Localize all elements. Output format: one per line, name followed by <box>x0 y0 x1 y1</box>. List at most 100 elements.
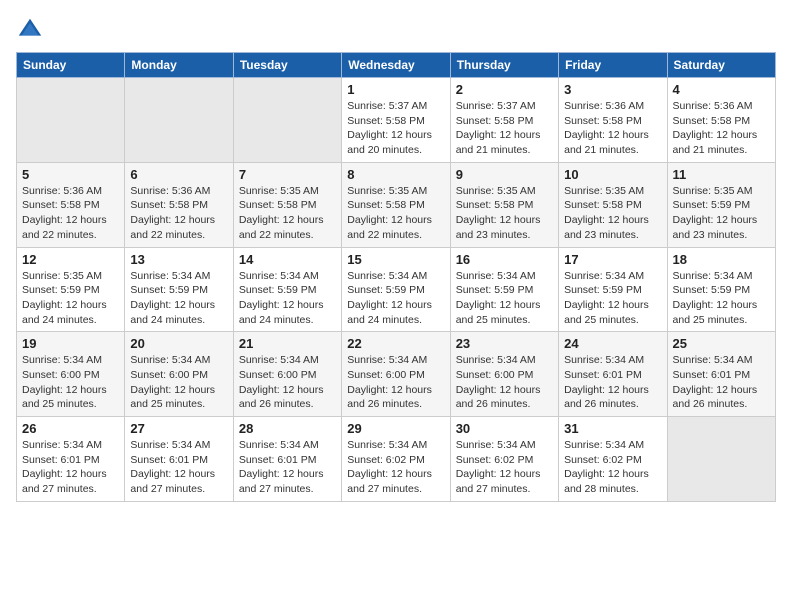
calendar-header: SundayMondayTuesdayWednesdayThursdayFrid… <box>17 53 776 78</box>
day-number: 28 <box>239 421 336 436</box>
day-info: Sunrise: 5:34 AM Sunset: 5:59 PM Dayligh… <box>239 269 336 328</box>
calendar-cell: 29 Sunrise: 5:34 AM Sunset: 6:02 PM Dayli… <box>342 417 450 502</box>
day-info: Sunrise: 5:34 AM Sunset: 6:01 PM Dayligh… <box>673 353 770 412</box>
calendar-cell: 1Sunrise: 5:37 AM Sunset: 5:58 PM Daylig… <box>342 78 450 163</box>
calendar-cell <box>125 78 233 163</box>
day-info: Sunrise: 5:34 AM Sunset: 6:01 PM Dayligh… <box>130 438 227 497</box>
weekday-header: Sunday <box>17 53 125 78</box>
calendar-cell: 4 Sunrise: 5:36 AM Sunset: 5:58 PM Daylig… <box>667 78 775 163</box>
day-info: Sunrise: 5:34 AM Sunset: 6:00 PM Dayligh… <box>347 353 444 412</box>
day-info: Sunrise: 5:34 AM Sunset: 5:59 PM Dayligh… <box>673 269 770 328</box>
day-info: Sunrise: 5:36 AM Sunset: 5:58 PM Dayligh… <box>130 184 227 243</box>
day-info: Sunrise: 5:35 AM Sunset: 5:59 PM Dayligh… <box>22 269 119 328</box>
day-number: 31 <box>564 421 661 436</box>
day-number: 6 <box>130 167 227 182</box>
calendar-cell: 18 Sunrise: 5:34 AM Sunset: 5:59 PM Dayli… <box>667 247 775 332</box>
calendar-cell: 10 Sunrise: 5:35 AM Sunset: 5:58 PM Dayli… <box>559 162 667 247</box>
calendar: SundayMondayTuesdayWednesdayThursdayFrid… <box>16 52 776 502</box>
day-info: Sunrise: 5:35 AM Sunset: 5:58 PM Dayligh… <box>564 184 661 243</box>
calendar-cell: 5 Sunrise: 5:36 AM Sunset: 5:58 PM Daylig… <box>17 162 125 247</box>
day-info: Sunrise: 5:36 AM Sunset: 5:58 PM Dayligh… <box>673 99 770 158</box>
day-info: Sunrise: 5:36 AM Sunset: 5:58 PM Dayligh… <box>22 184 119 243</box>
day-info: Sunrise: 5:35 AM Sunset: 5:58 PM Dayligh… <box>456 184 553 243</box>
day-info: Sunrise: 5:34 AM Sunset: 6:02 PM Dayligh… <box>564 438 661 497</box>
day-info: Sunrise: 5:34 AM Sunset: 6:02 PM Dayligh… <box>347 438 444 497</box>
calendar-cell: 8Sunrise: 5:35 AM Sunset: 5:58 PM Daylig… <box>342 162 450 247</box>
day-number: 16 <box>456 252 553 267</box>
day-number: 21 <box>239 336 336 351</box>
logo <box>16 16 48 44</box>
calendar-body: 1Sunrise: 5:37 AM Sunset: 5:58 PM Daylig… <box>17 78 776 502</box>
weekday-header: Thursday <box>450 53 558 78</box>
day-info: Sunrise: 5:34 AM Sunset: 5:59 PM Dayligh… <box>347 269 444 328</box>
day-number: 20 <box>130 336 227 351</box>
weekday-row: SundayMondayTuesdayWednesdayThursdayFrid… <box>17 53 776 78</box>
day-info: Sunrise: 5:36 AM Sunset: 5:58 PM Dayligh… <box>564 99 661 158</box>
day-number: 7 <box>239 167 336 182</box>
calendar-cell: 6 Sunrise: 5:36 AM Sunset: 5:58 PM Daylig… <box>125 162 233 247</box>
day-info: Sunrise: 5:34 AM Sunset: 6:00 PM Dayligh… <box>130 353 227 412</box>
calendar-cell: 23 Sunrise: 5:34 AM Sunset: 6:00 PM Dayli… <box>450 332 558 417</box>
calendar-cell: 11 Sunrise: 5:35 AM Sunset: 5:59 PM Dayli… <box>667 162 775 247</box>
calendar-cell: 3Sunrise: 5:36 AM Sunset: 5:58 PM Daylig… <box>559 78 667 163</box>
day-info: Sunrise: 5:35 AM Sunset: 5:58 PM Dayligh… <box>347 184 444 243</box>
day-info: Sunrise: 5:37 AM Sunset: 5:58 PM Dayligh… <box>456 99 553 158</box>
day-number: 5 <box>22 167 119 182</box>
calendar-cell: 13 Sunrise: 5:34 AM Sunset: 5:59 PM Dayli… <box>125 247 233 332</box>
day-info: Sunrise: 5:35 AM Sunset: 5:58 PM Dayligh… <box>239 184 336 243</box>
calendar-cell: 9 Sunrise: 5:35 AM Sunset: 5:58 PM Daylig… <box>450 162 558 247</box>
weekday-header: Wednesday <box>342 53 450 78</box>
weekday-header: Friday <box>559 53 667 78</box>
calendar-cell: 19Sunrise: 5:34 AM Sunset: 6:00 PM Dayli… <box>17 332 125 417</box>
day-info: Sunrise: 5:34 AM Sunset: 6:02 PM Dayligh… <box>456 438 553 497</box>
day-info: Sunrise: 5:34 AM Sunset: 5:59 PM Dayligh… <box>564 269 661 328</box>
day-number: 19 <box>22 336 119 351</box>
calendar-cell <box>17 78 125 163</box>
calendar-cell: 17 Sunrise: 5:34 AM Sunset: 5:59 PM Dayli… <box>559 247 667 332</box>
calendar-week: 19 Sunrise: 5:34 AM Sunset: 6:00 PM Dayli… <box>17 332 776 417</box>
calendar-cell: 25Sunrise: 5:34 AM Sunset: 6:01 PM Dayli… <box>667 332 775 417</box>
day-info: Sunrise: 5:34 AM Sunset: 6:00 PM Dayligh… <box>239 353 336 412</box>
calendar-cell: 31 Sunrise: 5:34 AM Sunset: 6:02 PM Dayli… <box>559 417 667 502</box>
calendar-cell: 26 Sunrise: 5:34 AM Sunset: 6:01 PM Dayli… <box>17 417 125 502</box>
day-info: Sunrise: 5:34 AM Sunset: 6:01 PM Dayligh… <box>22 438 119 497</box>
day-info: Sunrise: 5:35 AM Sunset: 5:59 PM Dayligh… <box>673 184 770 243</box>
day-number: 24 <box>564 336 661 351</box>
calendar-cell: 16 Sunrise: 5:34 AM Sunset: 5:59 PM Dayli… <box>450 247 558 332</box>
day-number: 30 <box>456 421 553 436</box>
day-info: Sunrise: 5:34 AM Sunset: 5:59 PM Dayligh… <box>130 269 227 328</box>
calendar-cell: 14Sunrise: 5:34 AM Sunset: 5:59 PM Dayli… <box>233 247 341 332</box>
day-number: 15 <box>347 252 444 267</box>
day-info: Sunrise: 5:34 AM Sunset: 5:59 PM Dayligh… <box>456 269 553 328</box>
day-info: Sunrise: 5:34 AM Sunset: 6:01 PM Dayligh… <box>564 353 661 412</box>
day-number: 26 <box>22 421 119 436</box>
calendar-cell: 15 Sunrise: 5:34 AM Sunset: 5:59 PM Dayli… <box>342 247 450 332</box>
day-number: 10 <box>564 167 661 182</box>
calendar-cell: 2Sunrise: 5:37 AM Sunset: 5:58 PM Daylig… <box>450 78 558 163</box>
calendar-cell: 28 Sunrise: 5:34 AM Sunset: 6:01 PM Dayli… <box>233 417 341 502</box>
page-header <box>16 16 776 44</box>
weekday-header: Saturday <box>667 53 775 78</box>
day-number: 11 <box>673 167 770 182</box>
calendar-cell: 20 Sunrise: 5:34 AM Sunset: 6:00 PM Dayli… <box>125 332 233 417</box>
day-number: 18 <box>673 252 770 267</box>
calendar-cell <box>667 417 775 502</box>
day-number: 17 <box>564 252 661 267</box>
calendar-week: 26 Sunrise: 5:34 AM Sunset: 6:01 PM Dayli… <box>17 417 776 502</box>
calendar-cell: 12Sunrise: 5:35 AM Sunset: 5:59 PM Dayli… <box>17 247 125 332</box>
calendar-cell: 27 Sunrise: 5:34 AM Sunset: 6:01 PM Dayli… <box>125 417 233 502</box>
calendar-cell: 30 Sunrise: 5:34 AM Sunset: 6:02 PM Dayli… <box>450 417 558 502</box>
day-number: 27 <box>130 421 227 436</box>
calendar-cell: 21 Sunrise: 5:34 AM Sunset: 6:00 PM Dayli… <box>233 332 341 417</box>
calendar-cell: 22Sunrise: 5:34 AM Sunset: 6:00 PM Dayli… <box>342 332 450 417</box>
weekday-header: Monday <box>125 53 233 78</box>
calendar-cell: 7 Sunrise: 5:35 AM Sunset: 5:58 PM Daylig… <box>233 162 341 247</box>
calendar-week: 1Sunrise: 5:37 AM Sunset: 5:58 PM Daylig… <box>17 78 776 163</box>
day-number: 13 <box>130 252 227 267</box>
day-number: 29 <box>347 421 444 436</box>
day-number: 4 <box>673 82 770 97</box>
day-info: Sunrise: 5:34 AM Sunset: 6:01 PM Dayligh… <box>239 438 336 497</box>
day-number: 23 <box>456 336 553 351</box>
day-info: Sunrise: 5:34 AM Sunset: 6:00 PM Dayligh… <box>456 353 553 412</box>
day-number: 9 <box>456 167 553 182</box>
